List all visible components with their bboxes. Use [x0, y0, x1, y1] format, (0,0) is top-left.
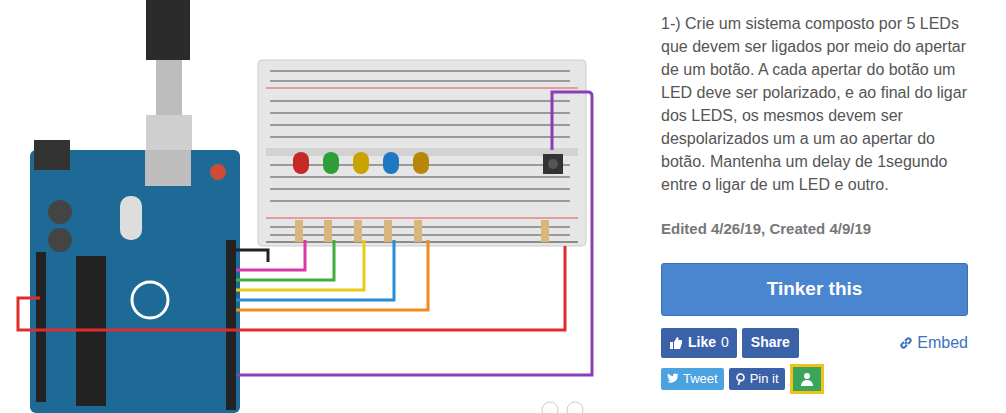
tinker-this-label: Tinker this [767, 275, 863, 304]
project-description: 1-) Crie um sistema composto por 5 LEDs … [661, 12, 973, 196]
tweet-label: Tweet [683, 369, 718, 389]
like-count: 0 [721, 332, 729, 353]
share-label: Share [751, 332, 790, 353]
classroom-share-button[interactable] [790, 364, 824, 394]
embed-label: Embed [917, 331, 968, 355]
share-button[interactable]: Share [742, 328, 799, 358]
pinterest-icon [735, 373, 746, 385]
link-icon [899, 336, 913, 350]
pin-it-label: Pin it [750, 369, 779, 389]
circuit-preview [0, 0, 650, 413]
tinker-this-button[interactable]: Tinker this [661, 263, 968, 316]
tweet-button[interactable]: Tweet [661, 368, 724, 390]
thumbs-up-icon [669, 336, 683, 350]
like-label: Like [688, 332, 716, 353]
pin-it-button[interactable]: Pin it [729, 368, 785, 390]
embed-link[interactable]: Embed [899, 331, 968, 355]
person-icon [800, 372, 814, 386]
twitter-bird-icon [667, 373, 679, 384]
like-button[interactable]: Like0 [661, 328, 737, 358]
edit-dates: Edited 4/26/19, Created 4/9/19 [661, 218, 980, 241]
